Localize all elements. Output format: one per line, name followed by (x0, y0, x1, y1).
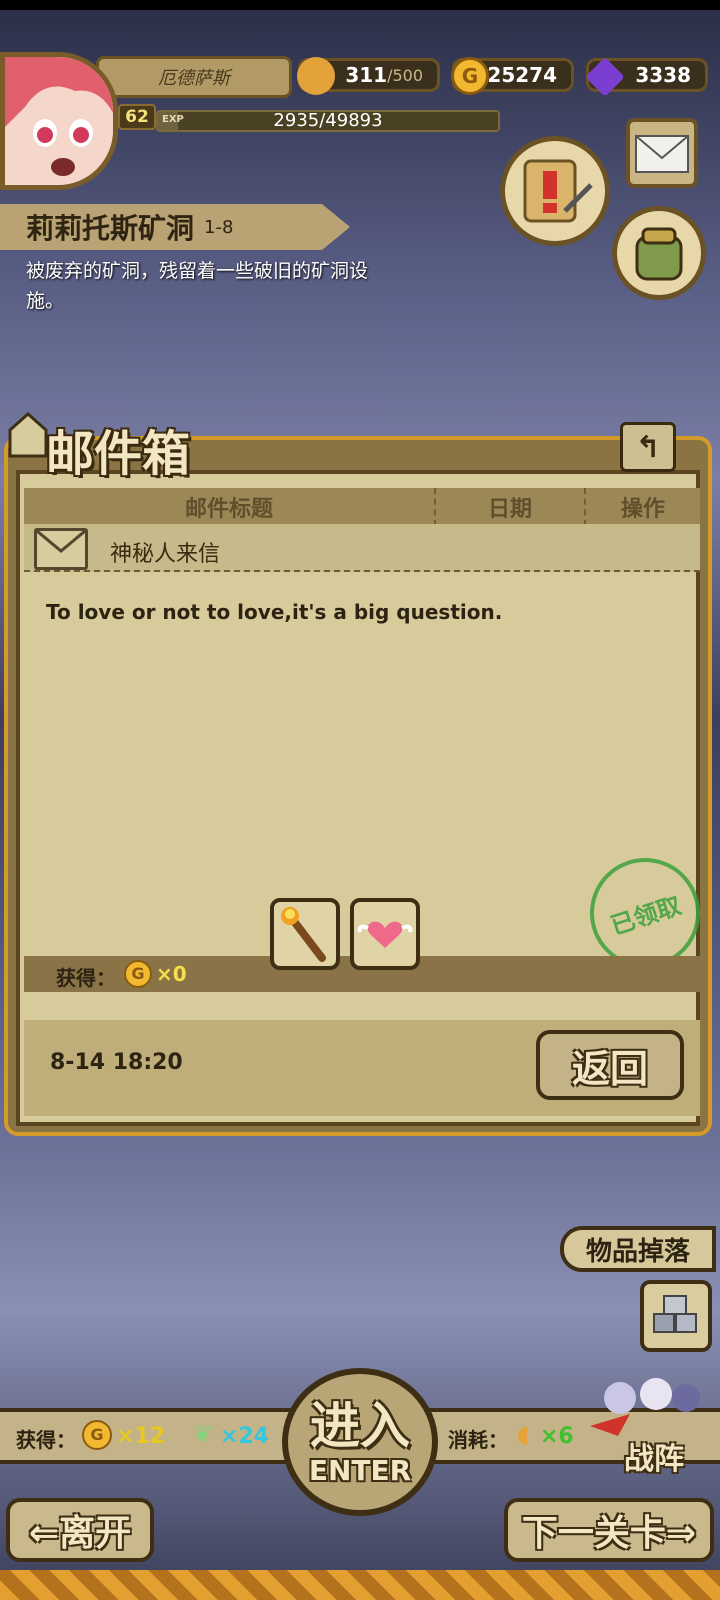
mailbox-title: 邮件箱 (46, 426, 191, 482)
party-icon (590, 1378, 700, 1436)
reward-label: 获得： (56, 966, 116, 990)
gain-label: 获得： (16, 1428, 76, 1452)
mail-envelope-icon (34, 528, 88, 570)
mail-table-header: 邮件标题 日期 操作 (24, 488, 700, 526)
envelope-icon (635, 135, 689, 173)
next-stage-button[interactable]: 下一关卡⇒ (504, 1498, 714, 1562)
bread-current: 311 (345, 63, 388, 87)
column-action: 操作 (584, 488, 700, 526)
bread-icon (297, 57, 335, 95)
quest-scroll-button[interactable] (500, 136, 610, 246)
gem-icon (585, 57, 625, 97)
gain-exp-amount: ×24 (220, 1424, 270, 1449)
back-arrow-icon[interactable]: ↰ (620, 422, 676, 472)
stamp-text: 已领取 (607, 890, 685, 940)
torch-icon (281, 907, 326, 962)
gold-coin-icon: G (451, 57, 489, 95)
status-bar (0, 0, 720, 10)
gem-value: 3338 (635, 63, 691, 87)
reward-gold-amount: ×0 (156, 962, 187, 986)
gold-value: 25274 (487, 63, 557, 87)
player-level: 62 (118, 104, 156, 130)
column-date: 日期 (434, 488, 584, 526)
winged-heart-icon (357, 921, 413, 948)
backpack-icon (635, 227, 683, 281)
mail-sender: 神秘人来信 (110, 542, 221, 567)
leave-button[interactable]: ⇐离开 (6, 1498, 154, 1562)
stage-banner: 莉莉托斯矿洞 1-8 (0, 204, 350, 250)
bread-icon: ◖ (516, 1420, 530, 1448)
avatar-girl-icon (5, 57, 113, 185)
feather-icon: ❦ (192, 1420, 214, 1448)
player-avatar[interactable] (0, 52, 118, 190)
formation-button[interactable]: 战阵 (590, 1370, 718, 1478)
formation-label: 战阵 (624, 1442, 684, 1477)
exp-bar: EXP 2935/49893 (156, 110, 500, 132)
exp-text: 2935/49893 (273, 110, 383, 131)
player-name-plate: 厄德萨斯 (96, 56, 292, 98)
mail-button[interactable] (626, 118, 698, 188)
gem-stat[interactable]: 3338 (585, 57, 708, 97)
enter-label-cn: 进入 (310, 1396, 410, 1455)
drop-item-stone[interactable] (640, 1280, 712, 1352)
item-drops-button[interactable]: 物品掉落 (560, 1226, 716, 1272)
mailbox-envelope-icon (8, 410, 48, 460)
mail-header: 神秘人来信 (24, 524, 700, 572)
enter-label-en: ENTER (308, 1453, 412, 1487)
enter-button[interactable]: 进入 ENTER (282, 1368, 438, 1516)
return-button[interactable]: 返回 (536, 1030, 684, 1100)
column-title: 邮件标题 (184, 497, 273, 522)
gold-stat[interactable]: G 25274 (451, 57, 574, 95)
bread-max: /500 (387, 65, 423, 85)
bag-button[interactable] (612, 206, 706, 300)
stage-number: 1-8 (204, 216, 234, 238)
gain-gold-amount: ×12 (116, 1424, 166, 1449)
stone-blocks-icon (653, 1295, 697, 1333)
mail-body-text: To love or not to love,it's a big questi… (46, 600, 503, 624)
stage-name: 莉莉托斯矿洞 (26, 212, 195, 245)
gold-coin-icon: G (82, 1420, 112, 1450)
scroll-icon (523, 159, 593, 223)
reward-item-heart[interactable] (350, 898, 420, 970)
gold-coin-icon: G (124, 960, 152, 988)
cost-label: 消耗： (448, 1428, 508, 1452)
bread-stat[interactable]: 311/500 (297, 57, 440, 95)
stage-description: 被废弃的矿洞，残留着一些破旧的矿洞设施。 (26, 260, 369, 312)
mail-date: 8-14 18:20 (50, 1050, 183, 1075)
player-name: 厄德萨斯 (158, 68, 230, 89)
bottom-border (0, 1570, 720, 1600)
reward-item-torch[interactable] (270, 898, 340, 970)
cost-bread-amount: ×6 (540, 1424, 574, 1449)
